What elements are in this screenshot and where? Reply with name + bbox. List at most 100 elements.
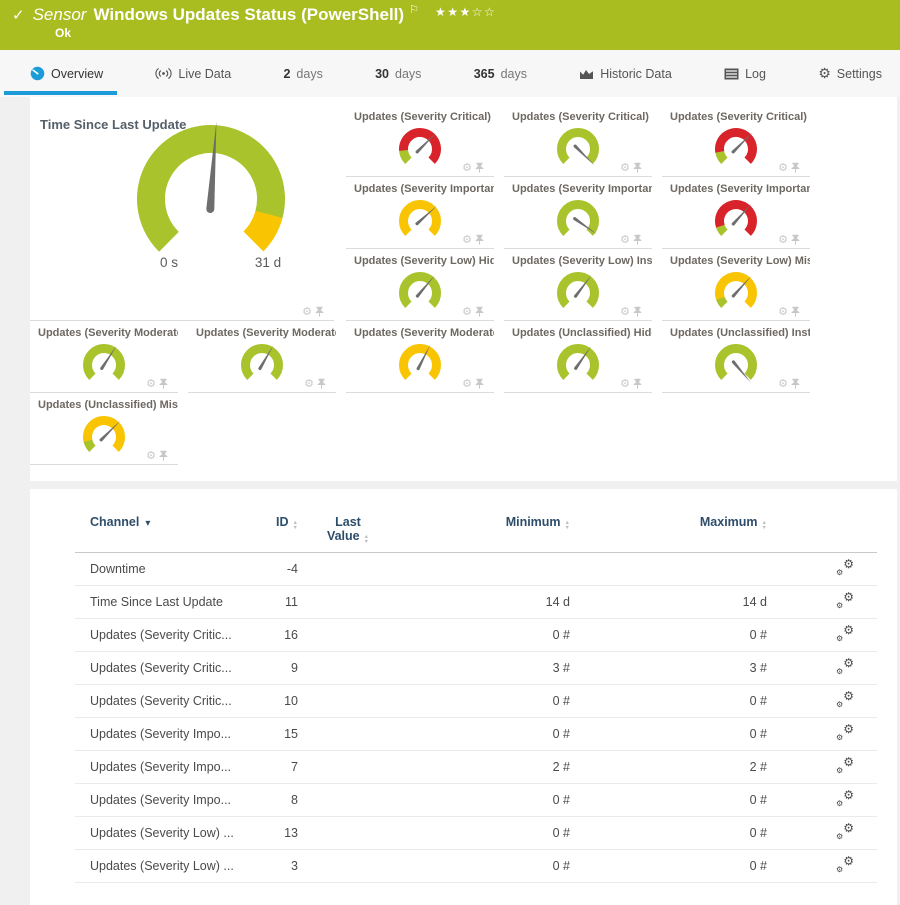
channel-minimum: 0 # (398, 793, 570, 807)
gauge-grid: Time Since Last Update 0 s31 d ⚙ Updates… (30, 105, 897, 465)
channel-settings-gears-icon[interactable]: ⚙⚙ (836, 560, 854, 576)
pin-icon[interactable] (633, 306, 642, 317)
pin-icon[interactable] (791, 306, 800, 317)
gauge-title: Updates (Severity Moderate) ... (346, 321, 494, 339)
gear-icon[interactable]: ⚙ (620, 162, 630, 173)
pin-icon[interactable] (159, 378, 168, 389)
channel-name: Updates (Severity Low) ... (75, 826, 250, 840)
gear-icon[interactable]: ⚙ (146, 450, 156, 461)
gear-icon[interactable]: ⚙ (620, 234, 630, 245)
gauge-tile: Updates (Severity Low) Missi...⚙ (662, 249, 810, 321)
channel-name: Updates (Severity Critic... (75, 694, 250, 708)
table-row[interactable]: Updates (Severity Impo...72 #2 #⚙⚙ (75, 751, 877, 784)
pin-icon[interactable] (475, 378, 484, 389)
gauge-title: Updates (Unclassified) Hidden (504, 321, 652, 339)
gear-icon[interactable]: ⚙ (778, 306, 788, 317)
gauge-tile: Updates (Severity Critical) Ins...⚙ (504, 105, 652, 177)
gear-icon[interactable]: ⚙ (462, 234, 472, 245)
pin-icon[interactable] (475, 162, 484, 173)
sensor-header: ✓ Sensor Windows Updates Status (PowerSh… (0, 0, 900, 50)
channel-settings-gears-icon[interactable]: ⚙⚙ (836, 659, 854, 675)
tab-historic-data[interactable]: Historic Data (579, 50, 672, 97)
pin-icon[interactable] (315, 306, 324, 317)
tab-settings-label: Settings (837, 67, 882, 81)
tile-mini-icons: ⚙ (304, 378, 326, 389)
channel-settings-gears-icon[interactable]: ⚙⚙ (836, 758, 854, 774)
table-row[interactable]: Downtime-4⚙⚙ (75, 553, 877, 586)
table-row[interactable]: Updates (Severity Low) ...130 #0 #⚙⚙ (75, 817, 877, 850)
tab-2-days[interactable]: 2 days (283, 50, 322, 97)
table-row[interactable]: Updates (Severity Impo...80 #0 #⚙⚙ (75, 784, 877, 817)
table-row[interactable]: Time Since Last Update1114 d14 d⚙⚙ (75, 586, 877, 619)
tile-mini-icons: ⚙ (620, 306, 642, 317)
column-header-maximum[interactable]: Maximum▲▼ (570, 515, 767, 530)
tab-log[interactable]: Log (724, 50, 766, 97)
channel-name: Updates (Severity Low) ... (75, 859, 250, 873)
priority-star-rating[interactable]: ★★★☆☆ (435, 5, 496, 19)
table-row[interactable]: Updates (Severity Critic...160 #0 #⚙⚙ (75, 619, 877, 652)
tile-mini-icons: ⚙ (462, 162, 484, 173)
table-row[interactable]: Updates (Severity Low) ...30 #0 #⚙⚙ (75, 850, 877, 883)
tile-mini-icons: ⚙ (778, 306, 800, 317)
tab-overview[interactable]: Overview (30, 50, 103, 97)
gear-icon[interactable]: ⚙ (778, 234, 788, 245)
pin-icon[interactable] (159, 450, 168, 461)
gear-icon[interactable]: ⚙ (304, 378, 314, 389)
flag-icon[interactable]: ⚐ (409, 3, 419, 16)
pin-icon[interactable] (791, 162, 800, 173)
gauge-tile: Updates (Severity Critical) Hi...⚙ (346, 105, 494, 177)
channel-maximum: 0 # (570, 628, 767, 642)
channel-minimum: 0 # (398, 826, 570, 840)
gauge-tile: Updates (Unclassified) Install...⚙ (662, 321, 810, 393)
caret-down-icon: ▾ (145, 518, 150, 529)
pin-icon[interactable] (633, 234, 642, 245)
gear-icon[interactable]: ⚙ (462, 378, 472, 389)
channel-settings-gears-icon[interactable]: ⚙⚙ (836, 692, 854, 708)
gear-icon: ⚙ (818, 67, 831, 81)
table-row[interactable]: Updates (Severity Critic...93 #3 #⚙⚙ (75, 652, 877, 685)
gauge-tile: Updates (Unclassified) Hidden ⚙ (504, 321, 652, 393)
gear-icon[interactable]: ⚙ (620, 306, 630, 317)
channel-table-rows: Downtime-4⚙⚙Time Since Last Update1114 d… (75, 553, 877, 883)
gear-icon[interactable]: ⚙ (462, 162, 472, 173)
channel-settings-gears-icon[interactable]: ⚙⚙ (836, 626, 854, 642)
channel-settings-gears-icon[interactable]: ⚙⚙ (836, 824, 854, 840)
tab-live-data[interactable]: Live Data (155, 50, 231, 97)
gear-icon[interactable]: ⚙ (462, 306, 472, 317)
gauge-tile: Updates (Severity Critical) Mi...⚙ (662, 105, 810, 177)
channel-settings-gears-icon[interactable]: ⚙⚙ (836, 593, 854, 609)
column-header-id[interactable]: ID▲▼ (250, 515, 298, 530)
pin-icon[interactable] (317, 378, 326, 389)
channel-settings-gears-icon[interactable]: ⚙⚙ (836, 725, 854, 741)
gear-icon[interactable]: ⚙ (778, 162, 788, 173)
channel-name: Updates (Severity Impo... (75, 793, 250, 807)
pin-icon[interactable] (475, 306, 484, 317)
pin-icon[interactable] (475, 234, 484, 245)
gauge-tile: Updates (Severity Moderate) I... ⚙ (188, 321, 336, 393)
column-header-minimum[interactable]: Minimum▲▼ (398, 515, 570, 530)
pin-icon[interactable] (791, 378, 800, 389)
gear-icon[interactable]: ⚙ (778, 378, 788, 389)
table-row[interactable]: Updates (Severity Impo...150 #0 #⚙⚙ (75, 718, 877, 751)
channel-settings-gears-icon[interactable]: ⚙⚙ (836, 857, 854, 873)
channel-settings-gears-icon[interactable]: ⚙⚙ (836, 791, 854, 807)
tab-30-days[interactable]: 30 days (375, 50, 421, 97)
gear-icon[interactable]: ⚙ (146, 378, 156, 389)
pin-icon[interactable] (633, 162, 642, 173)
pin-icon[interactable] (633, 378, 642, 389)
table-row[interactable]: Updates (Severity Critic...100 #0 #⚙⚙ (75, 685, 877, 718)
channel-name: Time Since Last Update (75, 595, 250, 609)
gauge-title: Updates (Severity Moderate) I... (188, 321, 336, 339)
gauge-title: Updates (Severity Important) ... (346, 177, 494, 195)
gauge-tile: Updates (Severity Important) ... ⚙ (504, 177, 652, 249)
tab-settings[interactable]: ⚙ Settings (818, 50, 882, 97)
channel-maximum: 14 d (570, 595, 767, 609)
tab-365-days[interactable]: 365 days (474, 50, 527, 97)
gear-icon[interactable]: ⚙ (302, 306, 312, 317)
column-header-channel[interactable]: Channel▾ (75, 515, 250, 529)
pin-icon[interactable] (791, 234, 800, 245)
column-header-last-value[interactable]: Last Value▲▼ (298, 515, 398, 544)
tile-mini-icons: ⚙ (620, 234, 642, 245)
gear-icon[interactable]: ⚙ (620, 378, 630, 389)
gauge-title: Updates (Severity Important) ... (504, 177, 652, 195)
